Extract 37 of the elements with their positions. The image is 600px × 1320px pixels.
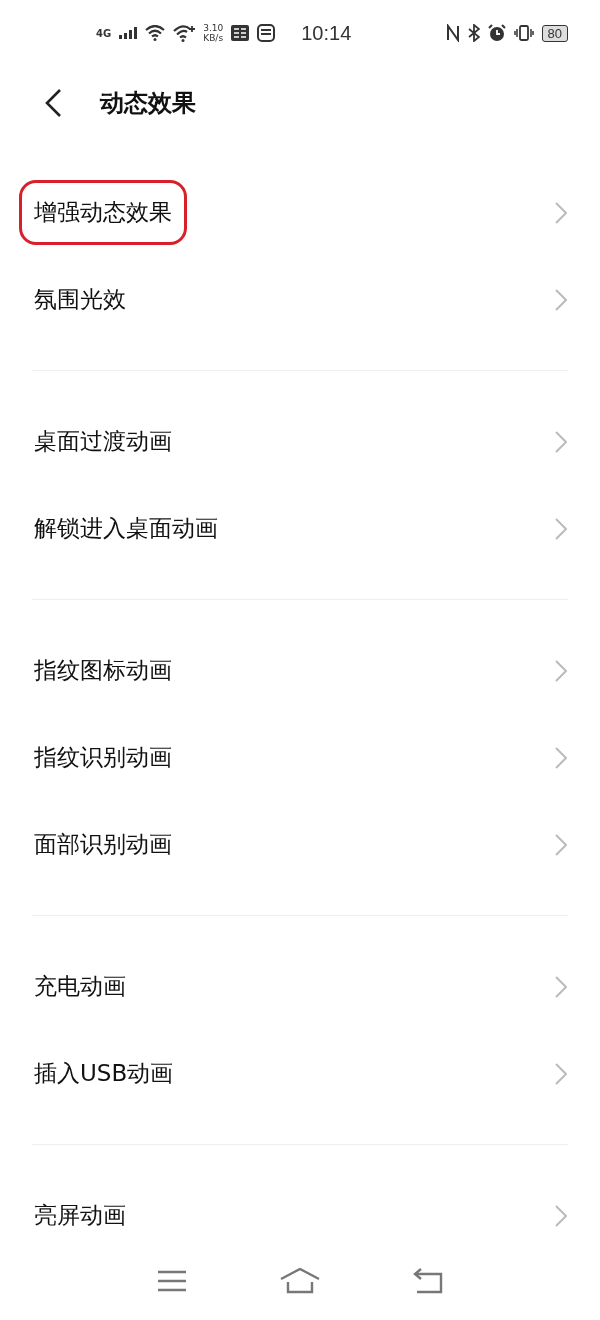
alarm-icon xyxy=(487,24,506,43)
settings-item[interactable]: 指纹图标动画 xyxy=(0,627,600,714)
network-type: 4G xyxy=(96,27,112,39)
clock-time: 10:14 xyxy=(301,21,352,45)
chevron-icon xyxy=(555,1204,567,1227)
chevron-icon xyxy=(555,1062,567,1085)
chevron-icon xyxy=(555,975,567,998)
chevron-icon xyxy=(555,833,567,856)
settings-item[interactable]: 氛围光效 xyxy=(0,256,600,343)
settings-item[interactable]: 充电动画 xyxy=(0,943,600,1030)
settings-item[interactable]: 面部识别动画 xyxy=(0,801,600,888)
wifi-icon xyxy=(145,25,166,42)
back-icon[interactable] xyxy=(44,88,62,119)
settings-item[interactable]: 插入USB动画 xyxy=(0,1030,600,1117)
chevron-icon xyxy=(555,746,567,769)
bluetooth-icon xyxy=(467,24,480,43)
battery-level: 80 xyxy=(541,24,568,42)
chevron-icon xyxy=(555,201,567,224)
settings-item[interactable]: 桌面过渡动画 xyxy=(0,398,600,485)
message-icon xyxy=(257,24,276,43)
chevron-icon xyxy=(555,288,567,311)
settings-item[interactable]: 指纹识别动画 xyxy=(0,714,600,801)
nfc-icon xyxy=(445,24,460,43)
home-icon[interactable] xyxy=(280,1267,320,1294)
news-app-icon xyxy=(231,25,250,42)
chevron-icon xyxy=(555,517,567,540)
page-title: 动态效果 xyxy=(100,88,196,120)
settings-item[interactable]: 亮屏动画 xyxy=(0,1172,600,1259)
chevron-icon xyxy=(555,659,567,682)
chevron-icon xyxy=(555,430,567,453)
settings-item[interactable]: 增强动态效果 xyxy=(0,169,600,256)
network-speed: 3.10 KB/s xyxy=(203,23,224,44)
wifi-icon xyxy=(173,24,196,42)
settings-item[interactable]: 解锁进入桌面动画 xyxy=(0,485,600,572)
menu-icon[interactable] xyxy=(156,1269,187,1292)
signal-icon xyxy=(119,27,138,40)
vibrate-icon xyxy=(513,25,534,42)
